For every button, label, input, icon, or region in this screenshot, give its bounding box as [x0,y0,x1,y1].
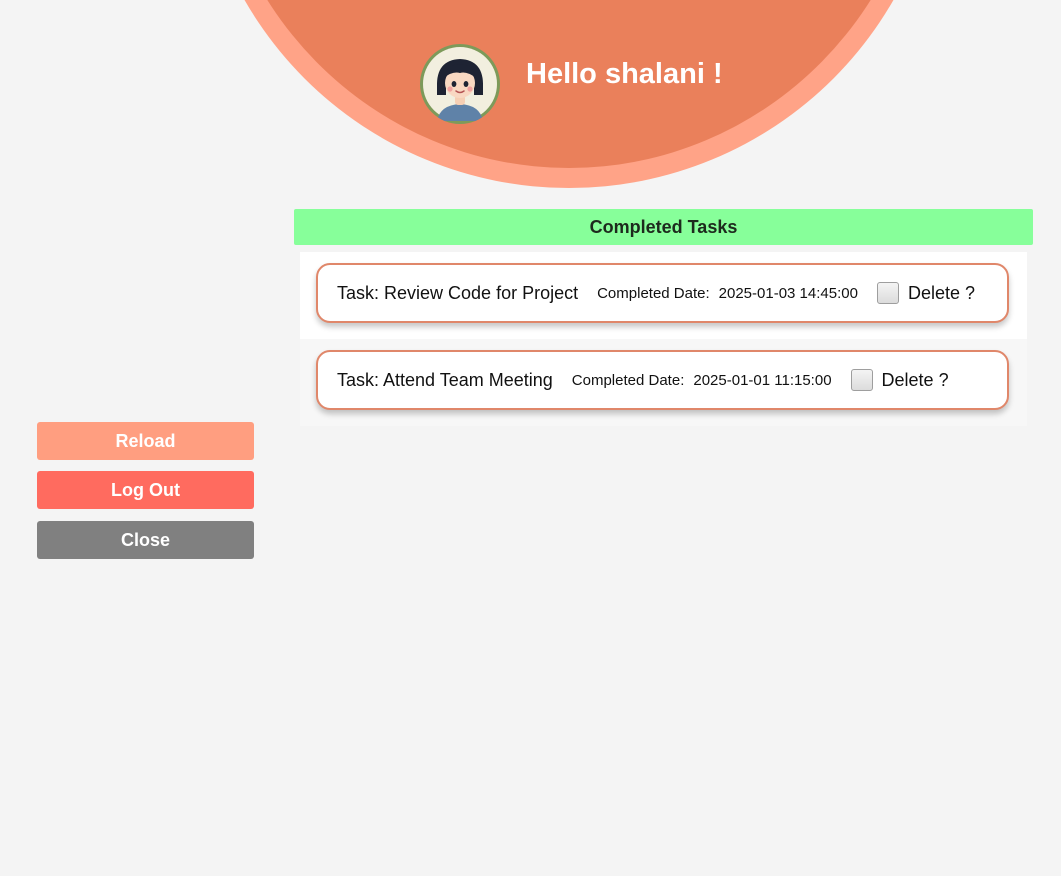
task-name: Task: Review Code for Project [337,282,579,303]
logout-button[interactable]: Log Out [37,471,254,509]
completed-date-value: 2025-01-03 14:45:00 [718,284,858,302]
user-avatar [420,44,500,124]
close-button[interactable]: Close [37,521,254,559]
completed-date-label: Completed Date: [597,284,710,302]
reload-button[interactable]: Reload [37,422,254,460]
delete-checkbox[interactable] [876,282,899,304]
list-item: Task: Attend Team Meeting Completed Date… [300,339,1027,426]
task-card: Task: Review Code for Project Completed … [316,263,1009,323]
task-card: Task: Attend Team Meeting Completed Date… [316,350,1009,410]
completed-date-label: Completed Date: [571,371,685,389]
delete-label[interactable]: Delete ? [908,283,975,304]
list-item: Task: Review Code for Project Completed … [300,252,1027,339]
delete-checkbox[interactable] [850,369,873,391]
completed-task-list: Task: Review Code for Project Completed … [300,252,1027,426]
sidebar-actions: Reload Log Out Close [37,422,254,570]
task-name: Task: Attend Team Meeting [337,369,553,390]
completed-tasks-header: Completed Tasks [294,209,1033,245]
girl-avatar-icon [423,47,497,121]
completed-date-value: 2025-01-01 11:15:00 [693,371,832,389]
delete-label[interactable]: Delete ? [882,370,949,391]
greeting-title: Hello shalani ! [526,58,723,90]
